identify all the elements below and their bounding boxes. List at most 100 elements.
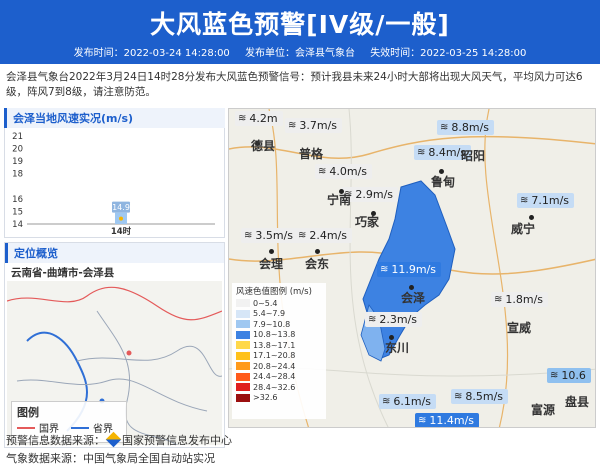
wind-icon: ≋ bbox=[382, 396, 391, 407]
wind-icon: ≋ bbox=[454, 391, 463, 402]
national-border-swatch bbox=[17, 426, 35, 429]
legend-row: 5.4~7.9 bbox=[236, 309, 322, 320]
y-tick-label: 15 bbox=[12, 207, 23, 217]
overview-legend-title: 图例 bbox=[17, 406, 39, 419]
city-label: 会东 bbox=[305, 257, 330, 271]
legend-row: 28.4~32.6 bbox=[236, 382, 322, 393]
overview-map[interactable]: 图例 国界 省界 bbox=[7, 281, 222, 445]
wind-label[interactable]: ≋ 4.0m/s bbox=[315, 164, 373, 179]
city-label: 巧家 bbox=[355, 215, 380, 229]
expire-time: 失效时间：2022-03-25 14:28:00 bbox=[370, 48, 527, 59]
legend-swatch bbox=[236, 341, 250, 350]
city-label: 德县 bbox=[251, 139, 276, 153]
wind-icon: ≋ bbox=[520, 195, 529, 206]
wind-label[interactable]: ≋ 8.8m/s bbox=[437, 120, 495, 135]
legend-swatch bbox=[236, 393, 250, 402]
wind-label[interactable]: ≋ 1.8m/s bbox=[491, 292, 549, 307]
legend-swatch bbox=[236, 330, 250, 339]
legend-label: 20.8~24.4 bbox=[253, 361, 296, 371]
city-label: 宁南 bbox=[327, 193, 352, 207]
legend-row: 13.8~17.1 bbox=[236, 340, 322, 351]
footer: 预警信息数据来源： 国家预警信息发布中心 气象数据来源：中国气象局全国自动站实况 bbox=[6, 431, 232, 468]
city-label: 宣威 bbox=[507, 321, 532, 335]
city-label: 昭阳 bbox=[461, 149, 486, 163]
wind-label[interactable]: ≋ 7.1m/s bbox=[517, 193, 575, 208]
warning-header: 大风蓝色预警[IV级/一般] 发布时间：2022-03-24 14:28:00 … bbox=[0, 0, 600, 64]
x-tick-label: 14时 bbox=[111, 226, 132, 236]
publish-time: 发布时间：2022-03-24 14:28:00 bbox=[73, 48, 230, 59]
legend-row: 10.8~13.8 bbox=[236, 330, 322, 341]
city-label: 鲁甸 bbox=[431, 175, 456, 189]
wind-label[interactable]: ≋ 2.4m/s bbox=[295, 228, 353, 243]
legend-swatch bbox=[236, 372, 250, 381]
wind-icon: ≋ bbox=[368, 314, 377, 325]
wind-label[interactable]: ≋ 8.5m/s bbox=[451, 389, 509, 404]
data-label: 14.9 bbox=[112, 203, 130, 212]
warning-center-logo-icon bbox=[105, 431, 122, 448]
wind-icon: ≋ bbox=[238, 113, 247, 124]
warning-title: 大风蓝色预警[IV级/一般] bbox=[150, 10, 450, 39]
wind-icon: ≋ bbox=[288, 120, 297, 131]
wind-label[interactable]: ≋ 2.3m/s bbox=[365, 312, 423, 327]
warn-source-line: 预警信息数据来源： 国家预警信息发布中心 bbox=[6, 431, 232, 450]
legend-swatch bbox=[236, 383, 250, 392]
legend-label: 0~5.4 bbox=[253, 298, 278, 308]
wind-label[interactable]: ≋ 4.2m bbox=[235, 111, 283, 126]
wind-icon: ≋ bbox=[318, 166, 327, 177]
wind-label[interactable]: ≋ 11.4m/s bbox=[415, 413, 480, 427]
y-tick-label: 14 bbox=[12, 220, 23, 230]
legend-swatch bbox=[236, 320, 250, 329]
city-dot bbox=[315, 249, 320, 254]
location-box: 定位概览 云南省-曲靖市-会泽县 图例 国界 省界 bbox=[4, 242, 225, 448]
city-label: 普格 bbox=[299, 147, 324, 161]
y-tick-label: 21 bbox=[12, 132, 23, 142]
legend-swatch bbox=[236, 351, 250, 360]
wind-panel-title: 会泽当地风速实况(m/s) bbox=[4, 108, 225, 128]
legend-label: 13.8~17.1 bbox=[253, 340, 296, 350]
legend-label: 7.9~10.8 bbox=[253, 319, 291, 329]
legend-rows: 0~5.4 5.4~7.9 7.9~10.8 10.8~13.8 13.8~17.1 17… bbox=[236, 298, 322, 403]
wind-label[interactable]: ≋ 10.6 bbox=[547, 368, 591, 383]
legend-label: 5.4~7.9 bbox=[253, 309, 286, 319]
wind-color-legend: 风速色值图例 (m/s) 0~5.4 5.4~7.9 7.9~10.8 10.8~13… bbox=[232, 283, 326, 419]
met-source[interactable]: 中国气象局全国自动站实况 bbox=[83, 452, 215, 465]
wind-icon: ≋ bbox=[417, 147, 426, 158]
bar-marker bbox=[119, 216, 123, 221]
wind-icon: ≋ bbox=[244, 230, 253, 241]
legend-label: 10.8~13.8 bbox=[253, 330, 296, 340]
legend-row: 24.4~28.4 bbox=[236, 372, 322, 383]
wind-label[interactable]: ≋ 11.9m/s bbox=[377, 262, 442, 277]
city-label: 威宁 bbox=[511, 222, 536, 236]
y-tick-label: 16 bbox=[12, 195, 23, 205]
warning-description: 会泽县气象台2022年3月24日14时28分发布大风蓝色预警信号：预计我县未来2… bbox=[6, 71, 583, 98]
legend-row: 7.9~10.8 bbox=[236, 319, 322, 330]
legend-row: >32.6 bbox=[236, 393, 322, 404]
city-label: 盘县 bbox=[565, 395, 590, 409]
wind-icon: ≋ bbox=[550, 370, 559, 381]
city-label: 会理 bbox=[259, 257, 284, 271]
legend-label: 28.4~32.6 bbox=[253, 382, 296, 392]
location-name: 云南省-曲靖市-会泽县 bbox=[11, 267, 115, 279]
wind-chart-box: 14 15 16 18 19 20 21 14.9 14时 bbox=[4, 128, 225, 238]
legend-label: 17.1~20.8 bbox=[253, 351, 296, 361]
y-tick-label: 19 bbox=[12, 157, 23, 167]
province-border-swatch bbox=[71, 426, 89, 429]
wind-icon: ≋ bbox=[380, 264, 389, 275]
warn-source[interactable]: 国家预警信息发布中心 bbox=[122, 434, 232, 447]
legend-label: 24.4~28.4 bbox=[253, 372, 296, 382]
met-source-label: 气象数据来源： bbox=[6, 452, 83, 465]
wind-speed-chart: 14 15 16 18 19 20 21 14.9 14时 bbox=[12, 132, 215, 237]
left-column: 会泽当地风速实况(m/s) 14 15 16 18 19 20 21 14.9 14时 定位概览… bbox=[4, 108, 225, 448]
wind-label[interactable]: ≋ 3.5m/s bbox=[241, 228, 299, 243]
wind-icon: ≋ bbox=[418, 415, 427, 426]
wind-label[interactable]: ≋ 3.7m/s bbox=[285, 118, 343, 133]
location-title: 定位概览 bbox=[5, 243, 224, 263]
wind-icon: ≋ bbox=[494, 294, 503, 305]
wind-label[interactable]: ≋ 6.1m/s bbox=[379, 394, 437, 409]
city-label: 富源 bbox=[531, 403, 556, 417]
warning-meta: 发布时间：2022-03-24 14:28:00 发布单位：会泽县气象台 失效时… bbox=[0, 44, 600, 59]
met-source-line: 气象数据来源：中国气象局全国自动站实况 bbox=[6, 450, 232, 468]
city-label: 会泽 bbox=[401, 291, 426, 305]
legend-swatch bbox=[236, 362, 250, 371]
legend-row: 0~5.4 bbox=[236, 298, 322, 309]
